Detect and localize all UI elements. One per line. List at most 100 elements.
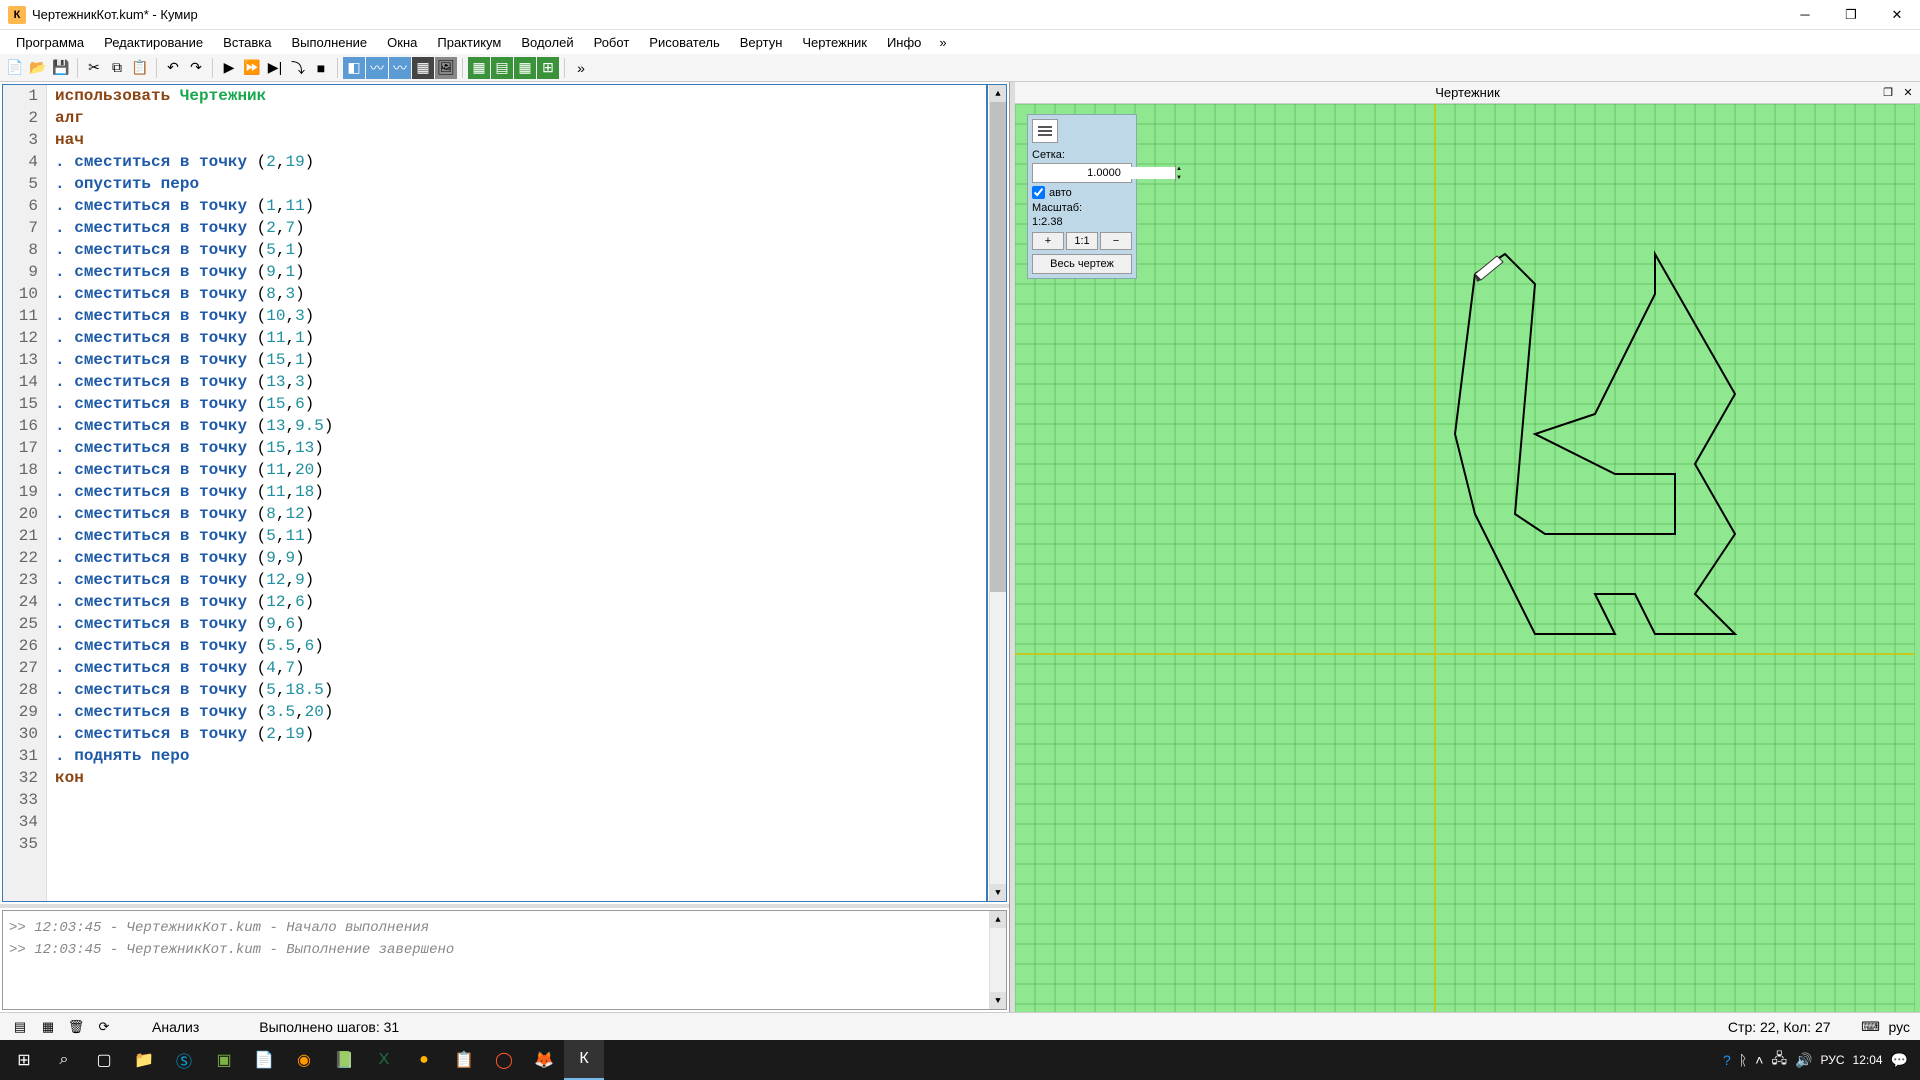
task-view-button[interactable]: ▢ — [84, 1040, 124, 1080]
tray-icon-1[interactable]: ᚱ — [1739, 1052, 1747, 1068]
stop-button[interactable]: ■ — [310, 57, 332, 79]
module-button-6[interactable]: ▦ — [468, 57, 490, 79]
menu-рисователь[interactable]: Рисователь — [639, 32, 729, 53]
new-file-button[interactable]: 📄 — [4, 57, 26, 79]
zoom-plus-button[interactable]: + — [1032, 232, 1064, 250]
console-body: >> 12:03:45 - ЧертежникКот.kum - Начало … — [3, 911, 989, 1009]
grid-input[interactable] — [1033, 167, 1175, 179]
module-button-9[interactable]: ⊞ — [537, 57, 559, 79]
excel-button[interactable]: X — [364, 1040, 404, 1080]
network-tray-icon[interactable]: 🖧 — [1771, 1048, 1787, 1072]
menu-программа[interactable]: Программа — [6, 32, 94, 53]
drawing-canvas[interactable]: Сетка: ▲ ▼ авто Масштаб: 1:2.38 + 1:1 — [1015, 104, 1920, 1012]
help-tray-icon[interactable]: ? — [1723, 1052, 1731, 1068]
panel-maximize-button[interactable]: ❐ — [1880, 85, 1896, 101]
menu-вертун[interactable]: Вертун — [730, 32, 793, 53]
console-scroll-up[interactable]: ▲ — [990, 911, 1006, 928]
app-button-5[interactable]: ● — [404, 1040, 444, 1080]
module-button-7[interactable]: ▤ — [491, 57, 513, 79]
redo-button[interactable]: ↷ — [185, 57, 207, 79]
menu-вставка[interactable]: Вставка — [213, 32, 281, 53]
search-button[interactable]: ⌕ — [44, 1040, 84, 1080]
tray-expand-icon[interactable]: ˄ — [1755, 1052, 1763, 1068]
menu-практикум[interactable]: Практикум — [427, 32, 511, 53]
drawer-title: Чертежник — [1435, 85, 1500, 100]
toolbar-more-button[interactable]: » — [570, 57, 592, 79]
console-scroll-down[interactable]: ▼ — [990, 992, 1006, 1009]
tray-lang[interactable]: РУС — [1821, 1053, 1845, 1067]
module-button-5[interactable]: 🖼 — [435, 57, 457, 79]
kumir-taskbar-button[interactable]: К — [564, 1040, 604, 1080]
skype-button[interactable]: Ⓢ — [164, 1040, 204, 1080]
code-editor[interactable]: 1234567891011121314151617181920212223242… — [2, 84, 1007, 902]
keyboard-icon[interactable]: ⌨ — [1861, 1017, 1881, 1037]
line-number-gutter: 1234567891011121314151617181920212223242… — [3, 85, 47, 901]
tray-time[interactable]: 12:04 — [1853, 1053, 1883, 1067]
module-button-4[interactable]: ▦ — [412, 57, 434, 79]
paste-button[interactable]: 📋 — [129, 57, 151, 79]
module-button-8[interactable]: ▦ — [514, 57, 536, 79]
module-button-2[interactable]: 〰 — [366, 57, 388, 79]
menubar: ПрограммаРедактированиеВставкаВыполнение… — [0, 30, 1920, 54]
run-button[interactable]: ▶ — [218, 57, 240, 79]
panel-close-button[interactable]: ✕ — [1900, 85, 1916, 101]
scale-label: Масштаб: — [1032, 202, 1132, 214]
status-icon-4[interactable]: ⟳ — [94, 1017, 114, 1037]
app-button-1[interactable]: ▣ — [204, 1040, 244, 1080]
module-button-3[interactable]: 〰 — [389, 57, 411, 79]
save-file-button[interactable]: 💾 — [50, 57, 72, 79]
undo-button[interactable]: ↶ — [162, 57, 184, 79]
menu-робот[interactable]: Робот — [584, 32, 640, 53]
menu-редактирование[interactable]: Редактирование — [94, 32, 213, 53]
start-button[interactable]: ⊞ — [4, 1040, 44, 1080]
menu-инфо[interactable]: Инфо — [877, 32, 931, 53]
cut-button[interactable]: ✂ — [83, 57, 105, 79]
code-body[interactable]: использовать Чертежникалгнач. сместиться… — [47, 85, 989, 901]
module-button-1[interactable]: ◧ — [343, 57, 365, 79]
open-file-button[interactable]: 📂 — [27, 57, 49, 79]
app-button-2[interactable]: 📄 — [244, 1040, 284, 1080]
toolbar: 📄 📂 💾 ✂ ⧉ 📋 ↶ ↷ ▶ ⏩ ▶| ⤵ ■ ◧ 〰 〰 ▦ 🖼 ▦ ▤… — [0, 54, 1920, 82]
full-drawing-button[interactable]: Весь чертеж — [1032, 254, 1132, 274]
explorer-button[interactable]: 📁 — [124, 1040, 164, 1080]
scroll-down-button[interactable]: ▼ — [990, 884, 1006, 901]
scroll-thumb[interactable] — [990, 102, 1006, 592]
status-icon-3[interactable]: 🗑 — [66, 1017, 86, 1037]
maximize-button[interactable]: ❐ — [1828, 0, 1874, 30]
menu-more[interactable]: » — [931, 32, 954, 53]
step-button[interactable]: ▶| — [264, 57, 286, 79]
canvas-control-panel: Сетка: ▲ ▼ авто Масштаб: 1:2.38 + 1:1 — [1027, 114, 1137, 279]
notifications-icon[interactable]: 💬 — [1891, 1052, 1908, 1069]
menu-водолей[interactable]: Водолей — [511, 32, 583, 53]
menu-окна[interactable]: Окна — [377, 32, 427, 53]
status-icon-2[interactable]: ▦ — [38, 1017, 58, 1037]
close-button[interactable]: ✕ — [1874, 0, 1920, 30]
zoom-minus-button[interactable]: − — [1100, 232, 1132, 250]
app-icon: К — [8, 6, 26, 24]
app-button-4[interactable]: 📗 — [324, 1040, 364, 1080]
app-button-7[interactable]: ◯ — [484, 1040, 524, 1080]
grid-label: Сетка: — [1032, 149, 1132, 161]
minimize-button[interactable]: ─ — [1782, 0, 1828, 30]
volume-tray-icon[interactable]: 🔊 — [1795, 1052, 1812, 1069]
step-into-button[interactable]: ⤵ — [287, 57, 309, 79]
editor-scrollbar[interactable]: ▲ ▼ — [989, 85, 1006, 901]
run-fast-button[interactable]: ⏩ — [241, 57, 263, 79]
menu-чертежник[interactable]: Чертежник — [792, 32, 877, 53]
console-scrollbar[interactable]: ▲ ▼ — [989, 911, 1006, 1009]
app-button-3[interactable]: ◉ — [284, 1040, 324, 1080]
grid-up-button[interactable]: ▲ — [1175, 164, 1182, 173]
horizontal-splitter[interactable] — [0, 904, 1009, 908]
copy-button[interactable]: ⧉ — [106, 57, 128, 79]
canvas-menu-button[interactable] — [1032, 119, 1058, 143]
scroll-up-button[interactable]: ▲ — [990, 85, 1006, 102]
grid-spinner[interactable]: ▲ ▼ — [1032, 163, 1132, 183]
status-icon-1[interactable]: ▤ — [10, 1017, 30, 1037]
grid-down-button[interactable]: ▼ — [1175, 173, 1182, 182]
auto-checkbox[interactable] — [1032, 186, 1045, 199]
menu-выполнение[interactable]: Выполнение — [281, 32, 377, 53]
zoom-11-button[interactable]: 1:1 — [1066, 232, 1098, 250]
canvas-svg — [1015, 104, 1915, 1012]
app-button-6[interactable]: 📋 — [444, 1040, 484, 1080]
firefox-button[interactable]: 🦊 — [524, 1040, 564, 1080]
